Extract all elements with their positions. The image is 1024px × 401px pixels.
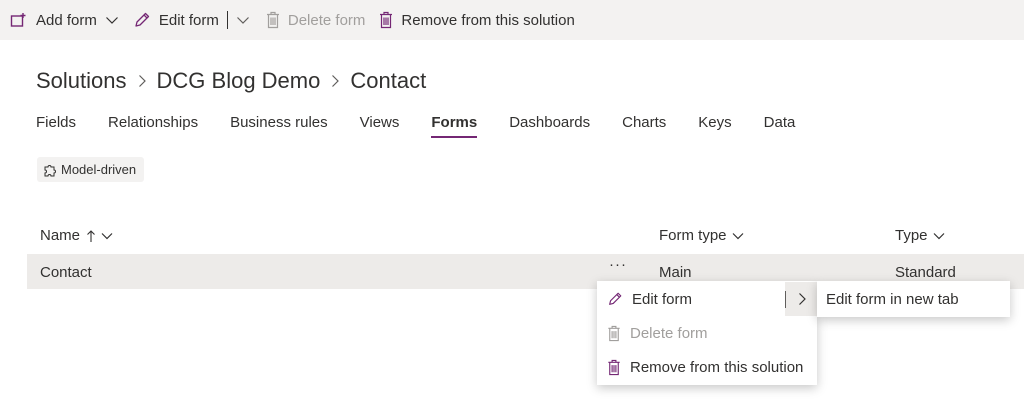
tab-relationships[interactable]: Relationships <box>108 114 198 137</box>
delete-form-label: Delete form <box>287 11 366 29</box>
tab-charts[interactable]: Charts <box>622 114 666 137</box>
remove-from-solution-label: Remove from this solution <box>401 11 575 29</box>
column-header-name-label: Name <box>40 227 81 244</box>
chevron-right-icon <box>798 293 806 305</box>
menu-item-delete-form[interactable]: Delete form <box>597 316 817 350</box>
pencil-icon <box>609 292 622 305</box>
row-name[interactable]: Contact <box>40 264 92 281</box>
column-header-name[interactable]: Name <box>40 227 113 244</box>
submenu-expand-button[interactable] <box>785 282 817 316</box>
row-type: Standard <box>895 264 956 281</box>
breadcrumb: Solutions DCG Blog Demo Contact <box>36 68 426 94</box>
row-context-menu: Edit form Delete form Remove from this s… <box>597 281 817 385</box>
more-actions-button[interactable]: ··· <box>605 256 631 276</box>
edit-form-label: Edit form <box>158 11 219 29</box>
row-form-type: Main <box>659 264 692 281</box>
column-header-form-type[interactable]: Form type <box>659 227 744 244</box>
menu-item-edit-form[interactable]: Edit form <box>597 282 817 316</box>
column-header-form-type-label: Form type <box>659 227 727 244</box>
column-header-type[interactable]: Type <box>895 227 945 244</box>
add-form-button[interactable]: Add form <box>10 0 119 40</box>
chevron-right-icon <box>137 74 147 88</box>
column-header-type-label: Type <box>895 227 928 244</box>
command-bar: Add form Edit form Delete form Remove fr… <box>0 0 1024 40</box>
puzzle-icon <box>44 164 56 176</box>
menu-item-edit-form-label: Edit form <box>632 290 693 308</box>
entity-tabs: Fields Relationships Business rules View… <box>36 114 827 138</box>
remove-from-solution-button[interactable]: Remove from this solution <box>379 0 575 40</box>
submenu-edit-form-in-new-tab[interactable]: Edit form in new tab <box>817 281 1010 317</box>
breadcrumb-solutions[interactable]: Solutions <box>36 68 127 94</box>
chevron-right-icon <box>330 74 340 88</box>
tab-dashboards[interactable]: Dashboards <box>509 114 590 137</box>
tab-keys[interactable]: Keys <box>698 114 731 137</box>
trash-icon <box>608 325 620 341</box>
edit-form-dropdown-button[interactable] <box>236 0 250 40</box>
model-driven-label: Model-driven <box>61 162 137 177</box>
tab-views[interactable]: Views <box>360 114 400 137</box>
tab-forms[interactable]: Forms <box>431 114 477 138</box>
chevron-down-icon <box>236 17 249 24</box>
chevron-down-icon <box>732 232 743 239</box>
delete-form-button[interactable]: Delete form <box>266 0 366 40</box>
menu-item-remove-label: Remove from this solution <box>630 358 804 376</box>
model-driven-badge: Model-driven <box>37 157 145 182</box>
chevron-down-icon <box>933 232 944 239</box>
add-form-icon <box>10 13 26 27</box>
chevron-down-icon <box>101 232 113 239</box>
tab-data[interactable]: Data <box>764 114 796 137</box>
menu-item-remove-from-solution[interactable]: Remove from this solution <box>597 350 817 384</box>
tab-fields[interactable]: Fields <box>36 114 76 137</box>
trash-icon <box>608 359 620 375</box>
add-form-label: Add form <box>36 11 97 29</box>
breadcrumb-entity: Contact <box>350 68 427 93</box>
trash-icon <box>380 11 393 29</box>
tab-business-rules[interactable]: Business rules <box>230 114 328 137</box>
edit-form-button[interactable]: Edit form <box>133 0 219 40</box>
breadcrumb-solution[interactable]: DCG Blog Demo <box>157 68 321 94</box>
trash-icon <box>266 11 279 29</box>
sort-ascending-icon <box>87 229 95 242</box>
split-divider <box>226 11 228 29</box>
pencil-icon <box>135 12 150 27</box>
chevron-down-icon <box>105 17 118 24</box>
submenu-item-label: Edit form in new tab <box>826 290 959 308</box>
menu-item-delete-form-label: Delete form <box>630 324 708 342</box>
